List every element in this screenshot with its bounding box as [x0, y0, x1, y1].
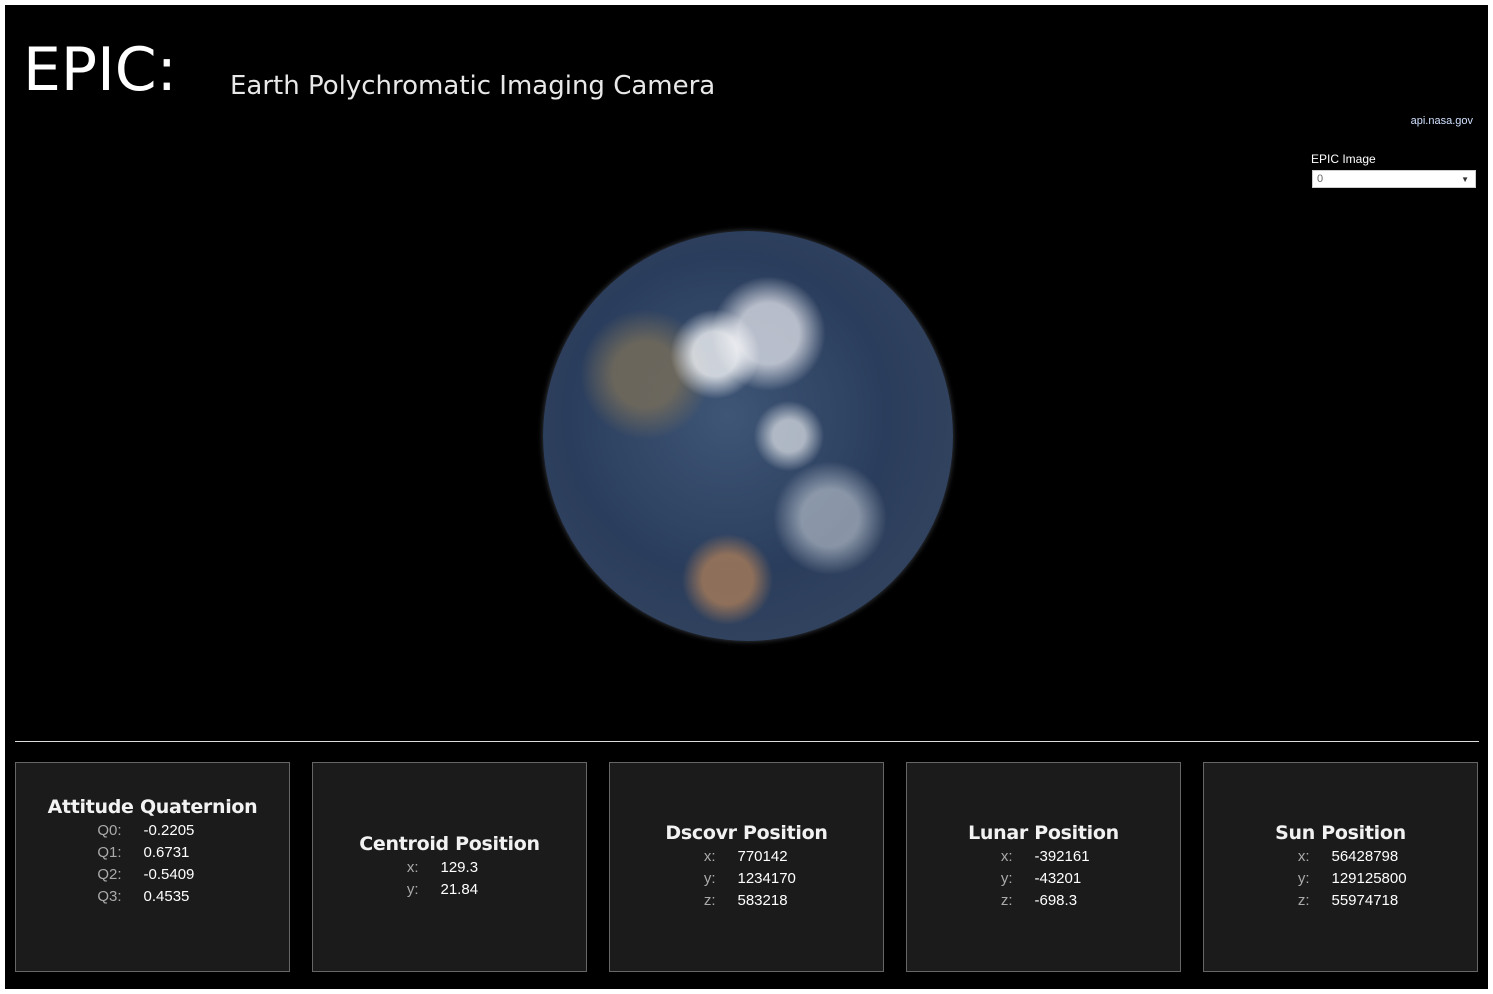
value-row: z: -698.3	[963, 890, 1125, 912]
card-title: Centroid Position	[359, 833, 540, 855]
value-label: y:	[1000, 870, 1013, 887]
value-row: Q1: 0.6731	[72, 842, 234, 864]
value-label: Q3:	[97, 888, 122, 905]
api-link[interactable]: api.nasa.gov	[1411, 115, 1473, 127]
value-row: y: 1234170	[666, 868, 828, 890]
lunar-position-card: Lunar Position x: -392161 y: -43201 z: -698.3	[906, 762, 1181, 972]
value: 583218	[737, 892, 788, 909]
page-subtitle: Earth Polychromatic Imaging Camera	[230, 71, 716, 101]
value: -43201	[1034, 870, 1082, 887]
card-title: Lunar Position	[968, 822, 1119, 844]
value-label: y:	[1297, 870, 1310, 887]
value-row: x: 129.3	[369, 857, 531, 879]
value-row: x: -392161	[963, 846, 1125, 868]
value-row: z: 55974718	[1260, 890, 1422, 912]
value-label: Q0:	[97, 822, 122, 839]
value-row: Q2: -0.5409	[72, 864, 234, 886]
value: 0.6731	[143, 844, 190, 861]
value: 129.3	[440, 859, 479, 876]
value-label: z:	[703, 892, 716, 909]
value: 55974718	[1331, 892, 1399, 909]
value-label: Q1:	[97, 844, 122, 861]
value-row: y: -43201	[963, 868, 1125, 890]
value-label: x:	[703, 848, 716, 865]
value-row: Q3: 0.4535	[72, 886, 234, 908]
page-title: EPIC:	[23, 35, 177, 105]
value-label: x:	[1297, 848, 1310, 865]
value-label: x:	[1000, 848, 1013, 865]
value: -0.2205	[143, 822, 195, 839]
value-row: z: 583218	[666, 890, 828, 912]
divider	[15, 741, 1479, 742]
earth-image	[543, 231, 953, 641]
epic-image-label: EPIC Image	[1311, 152, 1376, 166]
value: 1234170	[737, 870, 796, 887]
chevron-down-icon: ▼	[1461, 175, 1469, 184]
value-label: y:	[703, 870, 716, 887]
epic-image-value: 0	[1317, 173, 1324, 185]
value: 56428798	[1331, 848, 1399, 865]
value-label: z:	[1000, 892, 1013, 909]
value-row: y: 21.84	[369, 879, 531, 901]
epic-image-select[interactable]: 0 ▼	[1312, 170, 1476, 188]
value: -698.3	[1034, 892, 1078, 909]
dashboard: EPIC: Earth Polychromatic Imaging Camera…	[5, 5, 1488, 989]
value: -392161	[1034, 848, 1090, 865]
value-row: y: 129125800	[1260, 868, 1422, 890]
value: 770142	[737, 848, 788, 865]
sun-position-card: Sun Position x: 56428798 y: 129125800 z: 55974…	[1203, 762, 1478, 972]
card-title: Attitude Quaternion	[47, 796, 258, 818]
value-label: x:	[406, 859, 419, 876]
attitude-quaternion-card: Attitude Quaternion Q0: -0.2205 Q1: 0.6731 Q2…	[15, 762, 290, 972]
value-label: Q2:	[97, 866, 122, 883]
value: 129125800	[1331, 870, 1407, 887]
value-label: z:	[1297, 892, 1310, 909]
centroid-position-card: Centroid Position x: 129.3 y: 21.84	[312, 762, 587, 972]
card-title: Dscovr Position	[665, 822, 828, 844]
value: -0.5409	[143, 866, 195, 883]
value-label: y:	[406, 881, 419, 898]
value-row: Q0: -0.2205	[72, 820, 234, 842]
value: 0.4535	[143, 888, 190, 905]
value-row: x: 770142	[666, 846, 828, 868]
value-row: x: 56428798	[1260, 846, 1422, 868]
card-title: Sun Position	[1275, 822, 1406, 844]
dscovr-position-card: Dscovr Position x: 770142 y: 1234170 z: 583218	[609, 762, 884, 972]
value: 21.84	[440, 881, 479, 898]
